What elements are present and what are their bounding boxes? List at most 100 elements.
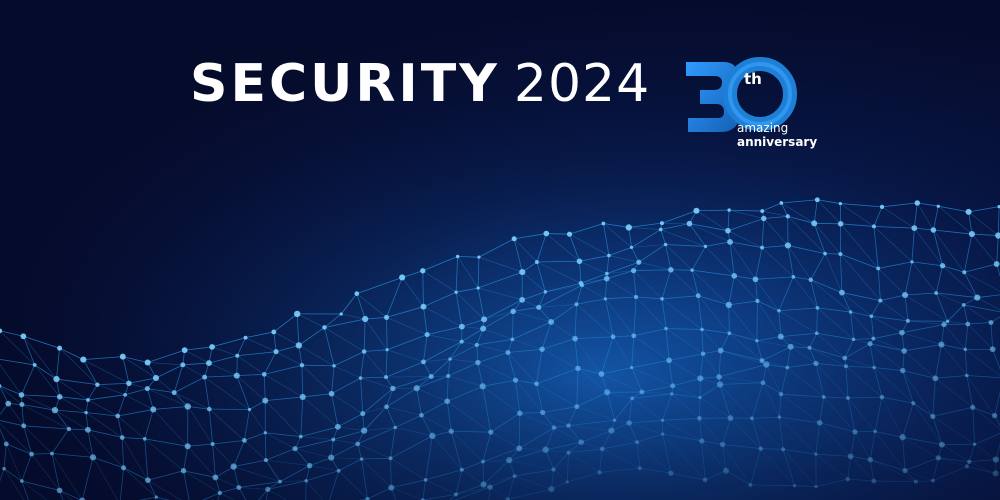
mesh-node — [481, 459, 485, 464]
mesh-node — [992, 456, 1000, 463]
mesh-node — [505, 349, 511, 355]
mesh-node — [851, 337, 856, 342]
mesh-node — [760, 209, 765, 214]
mesh-node — [424, 332, 430, 338]
mesh-node — [80, 356, 87, 363]
mesh-node — [5, 400, 12, 407]
mesh-node — [871, 336, 876, 341]
mesh-node — [695, 293, 701, 299]
mesh-node — [263, 458, 268, 463]
mesh-node — [19, 479, 24, 483]
mesh-node — [603, 297, 608, 301]
mesh-node — [292, 446, 298, 452]
mesh-node — [212, 474, 219, 481]
mesh-node — [236, 484, 242, 491]
mesh-node — [839, 289, 845, 296]
mesh-node — [869, 314, 874, 319]
mesh-node — [273, 349, 279, 355]
mesh-node — [658, 227, 663, 232]
mesh-node — [993, 261, 1000, 267]
mesh-node — [760, 245, 765, 250]
mesh-node — [339, 312, 343, 316]
mesh-node — [298, 434, 303, 439]
mesh-node — [385, 348, 389, 352]
mesh-node — [84, 426, 91, 433]
mesh-node — [871, 224, 876, 229]
mesh-node — [428, 373, 434, 380]
mesh-node — [941, 321, 947, 328]
mesh-node — [900, 367, 906, 374]
mesh-node — [488, 429, 494, 435]
mesh-node — [779, 201, 784, 205]
mesh-node — [539, 346, 545, 352]
mesh-node — [184, 403, 191, 410]
mesh-node — [968, 230, 976, 238]
mesh-node — [86, 397, 90, 402]
mesh-node — [813, 360, 819, 367]
mesh-node — [534, 260, 539, 265]
mesh-node — [777, 333, 784, 340]
mesh-node — [334, 423, 341, 430]
mesh-node — [459, 467, 464, 472]
mesh-node — [578, 439, 584, 445]
mesh-node — [205, 360, 212, 367]
mesh-node — [777, 308, 781, 313]
mesh-node — [752, 276, 759, 283]
mesh-node — [355, 441, 361, 447]
mesh-node — [262, 397, 269, 404]
mesh-node — [328, 454, 335, 461]
mesh-node — [910, 260, 914, 264]
mesh-node — [913, 479, 918, 484]
mesh-node — [566, 231, 573, 237]
mesh-node — [992, 470, 999, 477]
mesh-node — [29, 451, 34, 457]
mesh-node — [331, 437, 336, 442]
mesh-node — [845, 476, 850, 482]
mesh-node — [814, 484, 818, 489]
mesh-node — [332, 364, 336, 368]
mesh-node — [905, 318, 910, 323]
mesh-node — [670, 383, 676, 389]
mesh-node — [731, 273, 738, 279]
mesh-node — [700, 327, 704, 332]
mesh-node — [294, 310, 301, 318]
mesh-node — [727, 208, 731, 212]
mesh-node — [384, 314, 390, 320]
mesh-node — [838, 252, 843, 257]
mesh-node — [761, 215, 767, 222]
mesh-node — [603, 275, 610, 282]
mesh-node — [121, 465, 127, 471]
mesh-node — [455, 254, 460, 259]
mesh-node — [867, 456, 873, 463]
mesh-node — [542, 446, 549, 453]
mesh-node — [899, 329, 905, 336]
mesh-node — [962, 270, 967, 275]
mesh-node — [261, 372, 267, 377]
mesh-node — [152, 374, 160, 382]
mesh-node — [360, 411, 366, 417]
mesh-node — [965, 373, 969, 378]
mesh-node — [626, 420, 632, 426]
mesh-node — [725, 301, 732, 309]
mesh-node — [939, 263, 946, 269]
mesh-node — [51, 406, 59, 414]
mesh-node — [972, 442, 977, 446]
mesh-node — [423, 478, 428, 482]
mesh-node — [572, 335, 578, 342]
mesh-node — [598, 371, 605, 377]
mesh-node — [278, 479, 282, 484]
mesh-node — [945, 319, 950, 324]
mesh-node — [19, 402, 25, 408]
mesh-node — [777, 415, 782, 419]
mesh-node — [476, 286, 480, 290]
mesh-node — [519, 296, 525, 303]
mesh-node — [32, 362, 37, 367]
mesh-node — [811, 220, 818, 227]
mesh-node — [970, 404, 976, 410]
mesh-node — [935, 455, 942, 461]
mesh-node — [543, 290, 548, 294]
mesh-node — [480, 325, 487, 332]
mesh-node — [748, 482, 753, 488]
mesh-node — [230, 463, 237, 470]
mesh-line — [854, 430, 876, 433]
